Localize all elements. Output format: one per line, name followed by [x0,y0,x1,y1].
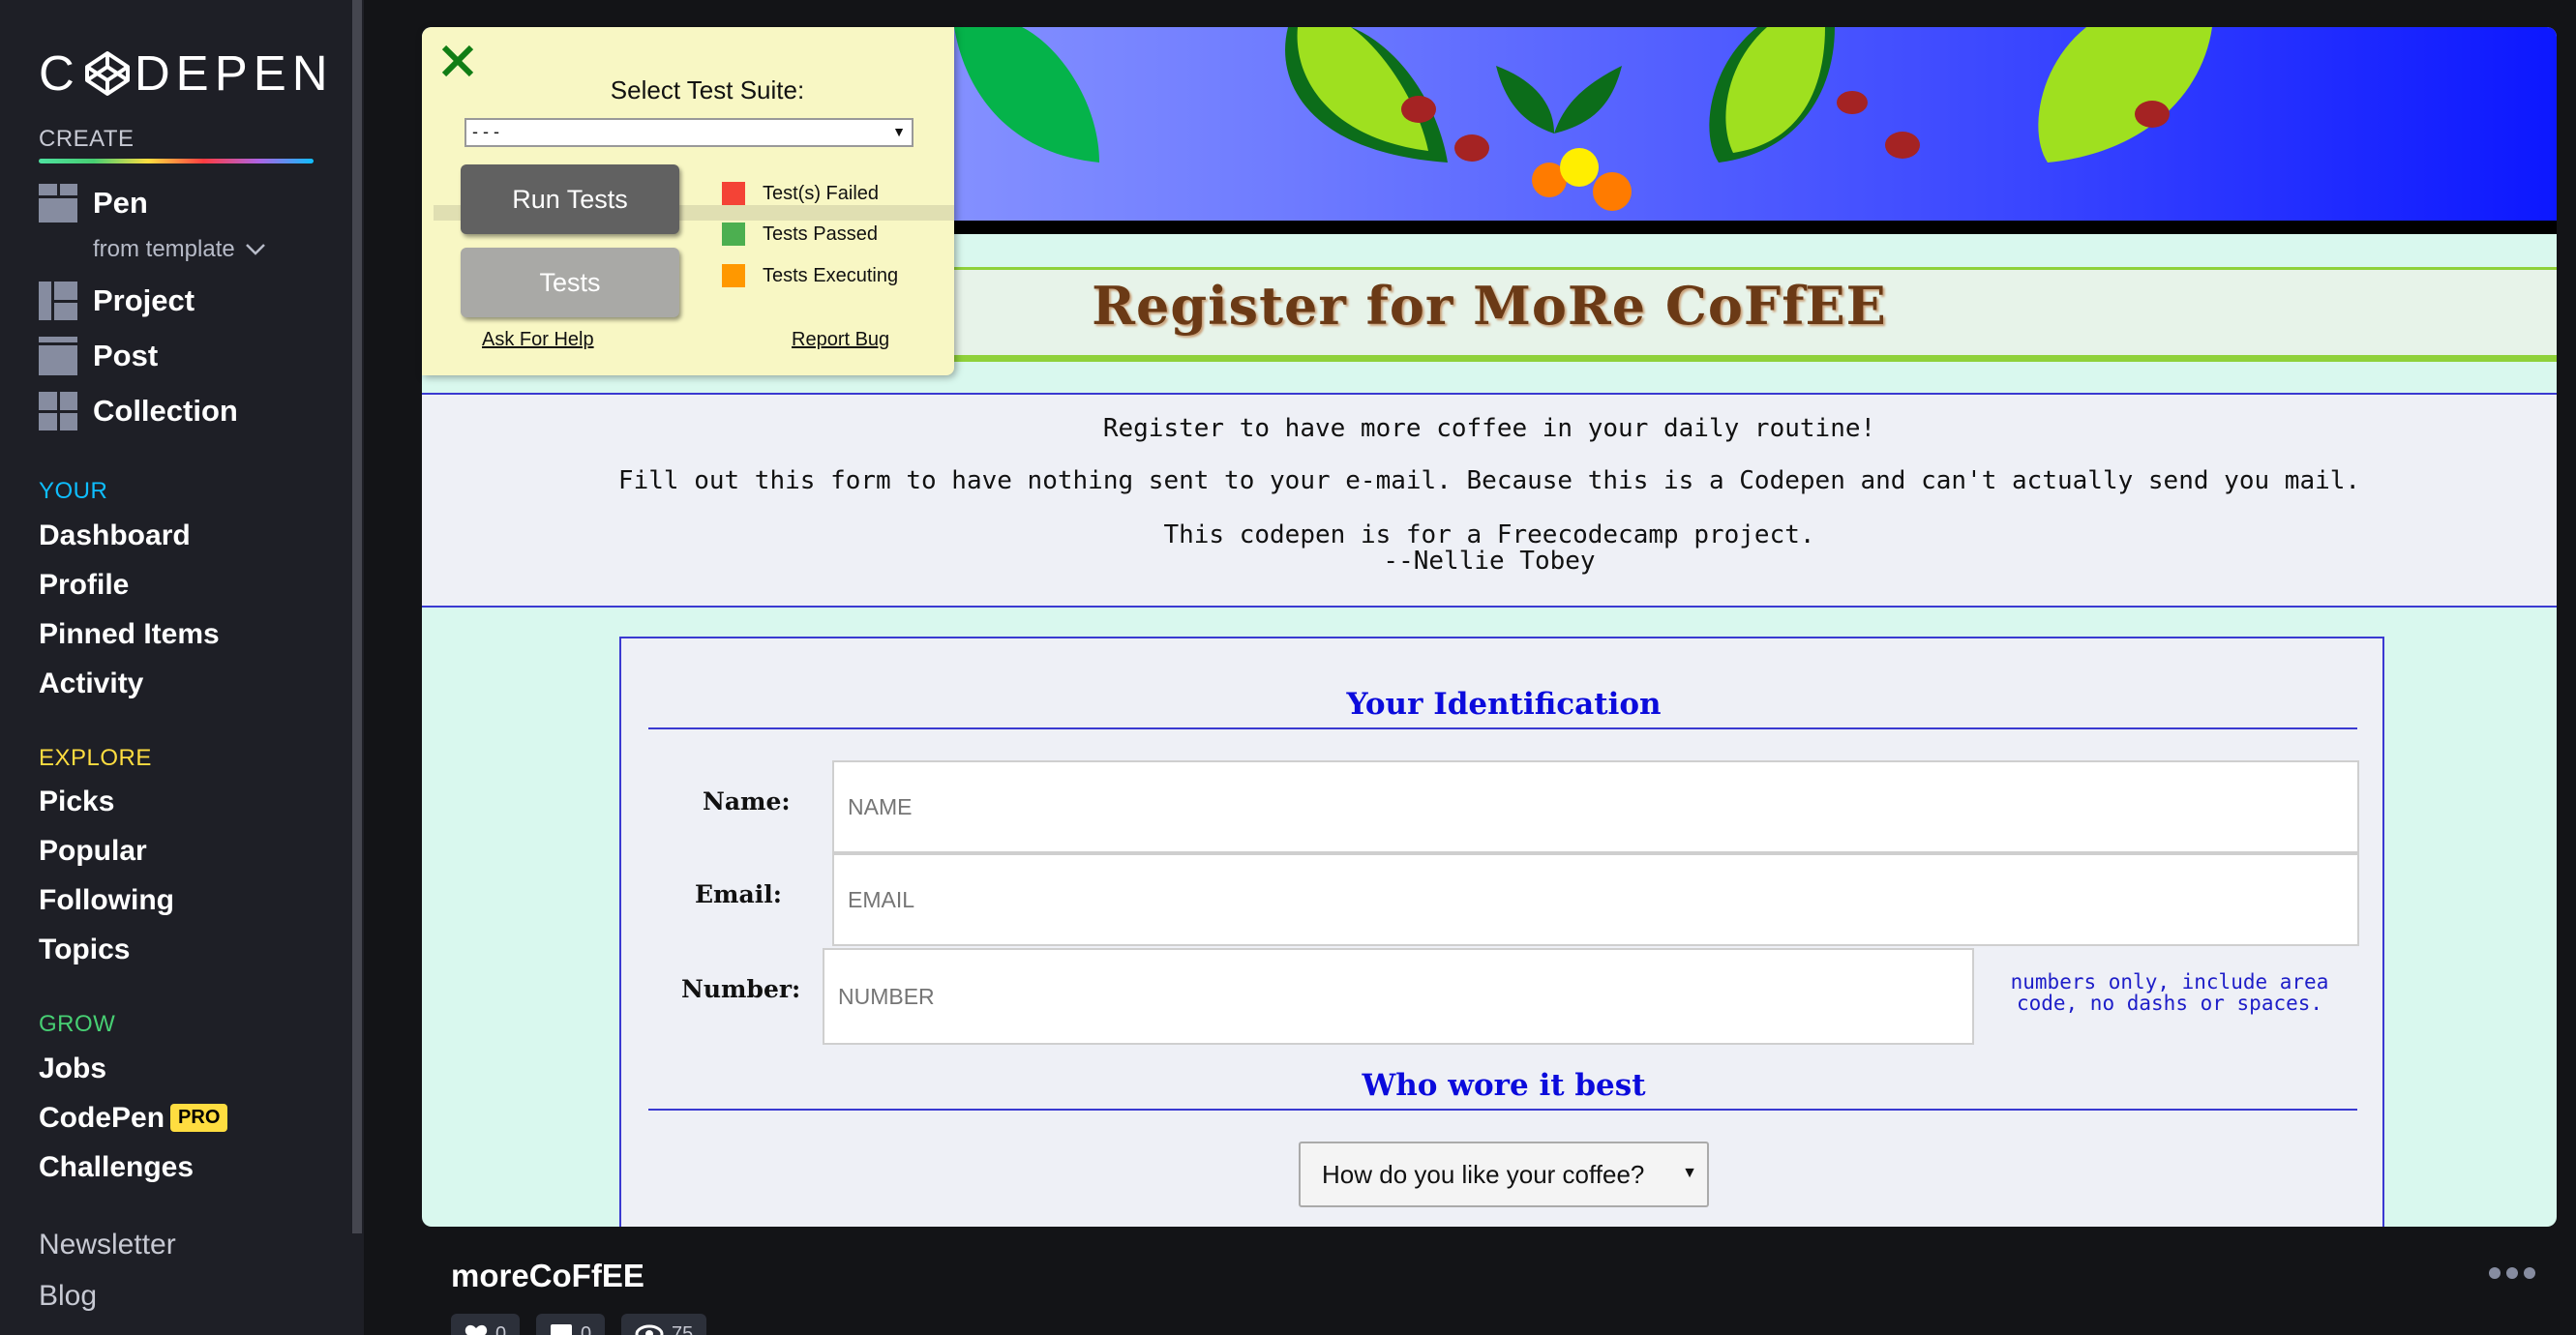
fcc-test-panel: Select Test Suite: - - - ▼ Run Tests Tes… [422,27,954,375]
post-icon [39,337,77,375]
comments-stat[interactable]: 0 [536,1314,606,1335]
legend-failed: Test(s) Failed [722,182,879,205]
email-input[interactable] [832,853,2359,946]
create-pen-link[interactable]: Pen [39,184,148,222]
identification-rule [648,727,2357,729]
test-suite-label: Select Test Suite: [610,75,805,104]
create-post-link[interactable]: Post [39,337,158,375]
select-arrow-icon: ▼ [892,124,906,139]
report-bug-link[interactable]: Report Bug [792,329,889,351]
nav-challenges[interactable]: Challenges [39,1151,194,1184]
create-post-label: Post [93,339,159,372]
nav-pinned-items[interactable]: Pinned Items [39,618,220,651]
logo-text-left: C [39,45,80,101]
number-input[interactable] [823,948,1974,1045]
create-project-label: Project [93,283,195,317]
failed-swatch [722,182,745,205]
legend-executing: Tests Executing [722,264,898,287]
nav-popular[interactable]: Popular [39,835,147,868]
intro-line-2: Fill out this form to have nothing sent … [617,466,2361,495]
nav-following[interactable]: Following [39,884,174,917]
views-stat[interactable]: 75 [621,1314,707,1335]
heart-icon [464,1324,488,1335]
nav-picks[interactable]: Picks [39,786,114,818]
name-label: Name: [703,787,791,816]
legend-failed-label: Test(s) Failed [763,182,880,204]
pen-icon [39,184,77,222]
test-suite-select[interactable]: - - - ▼ [464,118,914,147]
project-icon [39,282,77,320]
likes-stat[interactable]: 0 [451,1314,521,1335]
from-template-dropdown[interactable]: from template [93,236,266,263]
intro-box: Register to have more coffee in your dai… [422,393,2557,608]
wore-it-best-legend: Who wore it best [1362,1068,1646,1103]
create-collection-link[interactable]: Collection [39,392,238,430]
create-pen-label: Pen [93,186,148,220]
codepen-logo[interactable]: C DEPEN [39,44,334,102]
coffee-select-value: How do you like your coffee? [1322,1159,1645,1189]
sidebar: C DEPEN CREATE Pen from template Project… [0,0,364,1335]
identification-legend: Your Identification [1346,687,1662,722]
intro-line-3: This codepen is for a Freecodecamp proje… [1163,520,1815,549]
your-label: YOUR [39,478,108,504]
eye-icon [635,1324,664,1335]
nav-profile[interactable]: Profile [39,569,129,602]
wore-it-best-rule [648,1109,2357,1111]
nav-codepen-label: CodePen [39,1102,165,1134]
more-options-icon[interactable] [2489,1267,2535,1279]
comment-icon [551,1324,572,1335]
chevron-down-icon [245,244,265,255]
executing-swatch [722,264,745,287]
create-rainbow-divider [39,159,314,163]
legend-executing-label: Tests Executing [763,264,899,286]
collection-icon [39,392,77,430]
from-template-label: from template [93,236,235,262]
nav-dashboard[interactable]: Dashboard [39,519,191,552]
ask-for-help-link[interactable]: Ask For Help [482,329,594,351]
intro-line-1: Register to have more coffee in your dai… [1102,414,1876,443]
legend-passed: Tests Passed [722,222,878,246]
nav-newsletter[interactable]: Newsletter [39,1229,176,1261]
run-tests-button[interactable]: Run Tests [461,164,679,234]
test-suite-value: - - - [472,122,499,141]
explore-label: EXPLORE [39,745,152,771]
close-icon[interactable] [439,43,476,79]
coffee-preference-select[interactable]: How do you like your coffee? ▼ [1299,1142,1709,1207]
select-arrow-icon: ▼ [1682,1165,1697,1181]
create-project-link[interactable]: Project [39,282,195,320]
passed-swatch [722,222,745,246]
views-count: 75 [672,1323,694,1335]
nav-codepen-pro[interactable]: CodePen PRO [39,1102,228,1135]
nav-blog[interactable]: Blog [39,1280,97,1313]
email-label: Email: [695,880,782,908]
number-label: Number: [681,975,801,1003]
number-hint: numbers only, include area code, no dash… [2010,970,2329,1015]
intro-signature: --Nellie Tobey [1383,547,1596,576]
logo-text-right: DEPEN [134,45,334,101]
pen-title: moreCoFfEE [451,1258,644,1293]
registration-form: Your Identification Name: Email: Number:… [619,637,2384,1227]
codepen-cube-icon [84,50,130,96]
tests-button[interactable]: Tests [461,248,679,317]
comments-count: 0 [581,1323,592,1335]
create-label: CREATE [39,126,135,152]
likes-count: 0 [495,1323,507,1335]
nav-topics[interactable]: Topics [39,934,130,966]
grow-label: GROW [39,1011,116,1037]
nav-activity[interactable]: Activity [39,668,143,700]
name-input[interactable] [832,760,2359,853]
create-collection-label: Collection [93,394,238,428]
pro-badge: PRO [170,1104,228,1132]
nav-jobs[interactable]: Jobs [39,1053,106,1085]
legend-passed-label: Tests Passed [763,222,878,245]
sidebar-scrollbar[interactable] [352,0,362,1233]
